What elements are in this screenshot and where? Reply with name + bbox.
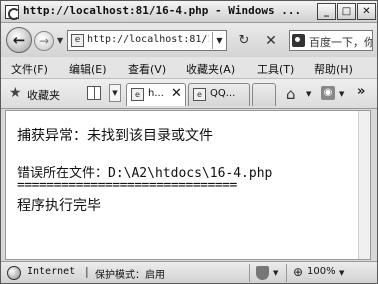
close-button[interactable]: ✕ (357, 3, 376, 20)
menu-view[interactable]: 查看(V) (128, 61, 166, 77)
back-button[interactable]: ← (6, 27, 32, 53)
zoom-icon[interactable]: ⊕ (293, 265, 303, 279)
home-icon[interactable]: ⌂ (286, 85, 296, 103)
tab-localhost[interactable]: e h... ✕ (126, 83, 186, 106)
refresh-icon[interactable]: ↻ (233, 31, 255, 51)
security-zone-label: Internet (27, 266, 76, 277)
security-shield-icon[interactable] (256, 266, 269, 280)
page-icon: e (71, 34, 84, 47)
tab-qq[interactable]: e QQ... (188, 83, 250, 106)
minimize-button[interactable]: _ (317, 3, 336, 20)
separator-line: ============================== (17, 178, 237, 193)
more-commands-chevron-icon[interactable]: » (357, 84, 365, 99)
status-bar: Internet | 保护模式：启用 ▼ ⊕ 100% ▼ (1, 261, 377, 283)
address-dropdown-icon[interactable]: ▼ (212, 32, 226, 49)
status-divider (286, 264, 287, 282)
tab-label: h... (148, 88, 164, 99)
page-content: 捕获异常：未找到该目录或文件 错误所在文件：D:\A2\htdocs\16-4.… (5, 110, 371, 260)
zoom-level[interactable]: 100% (307, 266, 336, 277)
menu-help[interactable]: 帮助(H) (314, 61, 353, 77)
menu-edit[interactable]: 编辑(E) (69, 61, 107, 77)
security-dropdown-icon[interactable]: ▼ (273, 269, 278, 277)
menu-tools[interactable]: 工具(T) (257, 61, 294, 77)
status-divider (249, 264, 250, 282)
favorites-button[interactable]: 收藏夹 (27, 87, 60, 103)
internet-zone-globe-icon (7, 266, 21, 280)
navigation-bar: ← → ▼ e http://localhost:81/16-4.php ▼ ↻… (1, 23, 377, 57)
menu-file[interactable]: 文件(F) (11, 61, 48, 77)
window-title: http://localhost:81/16-4.php - Windows .… (23, 4, 302, 17)
internet-explorer-icon (5, 5, 20, 20)
tab-page-icon: e (131, 88, 144, 101)
browser-window: http://localhost:81/16-4.php - Windows .… (0, 0, 378, 284)
menu-favorites[interactable]: 收藏夹(A) (186, 61, 235, 77)
tab-label: QQ... (210, 88, 236, 99)
search-placeholder: 百度一下，你就知道 (309, 36, 373, 49)
home-dropdown-icon[interactable]: ▼ (306, 90, 311, 98)
rss-feed-icon[interactable]: ◉ (321, 86, 335, 100)
title-bar: http://localhost:81/16-4.php - Windows .… (1, 1, 377, 23)
rss-dropdown-icon[interactable]: ▼ (339, 90, 344, 98)
exception-message: 捕获异常：未找到该目录或文件 (17, 128, 213, 144)
completion-message: 程序执行完毕 (17, 198, 101, 214)
recent-pages-dropdown-icon[interactable]: ▼ (57, 36, 63, 45)
tab-page-icon: e (193, 88, 206, 101)
address-input[interactable]: http://localhost:81/16-4.php (87, 34, 209, 45)
status-separator: | (85, 265, 89, 278)
tab-list-dropdown-icon[interactable]: ▼ (109, 84, 121, 102)
address-bar[interactable]: e http://localhost:81/16-4.php ▼ (67, 30, 227, 51)
tab-close-icon[interactable]: ✕ (171, 86, 182, 101)
protected-mode-status[interactable]: 保护模式：启用 (95, 266, 165, 281)
favorites-bar: ★ 收藏夹 ▼ e h... ✕ e QQ... ⌂ ▼ ◉ ▼ » (1, 79, 377, 109)
favorites-star-icon[interactable]: ★ (9, 85, 22, 101)
forward-button[interactable]: → (34, 31, 54, 51)
new-tab-button[interactable] (252, 83, 276, 106)
stop-icon[interactable]: ✕ (260, 31, 282, 51)
menu-bar: 文件(F) 编辑(E) 查看(V) 收藏夹(A) 工具(T) 帮助(H) (1, 57, 377, 79)
maximize-button[interactable]: □ (337, 3, 356, 20)
search-input[interactable]: 百度一下，你就知道 (289, 30, 373, 51)
zoom-dropdown-icon[interactable]: ▼ (339, 269, 344, 277)
vertical-scrollbar[interactable] (358, 111, 370, 259)
quick-tabs-icon[interactable] (87, 86, 101, 100)
baidu-search-icon (292, 34, 305, 47)
